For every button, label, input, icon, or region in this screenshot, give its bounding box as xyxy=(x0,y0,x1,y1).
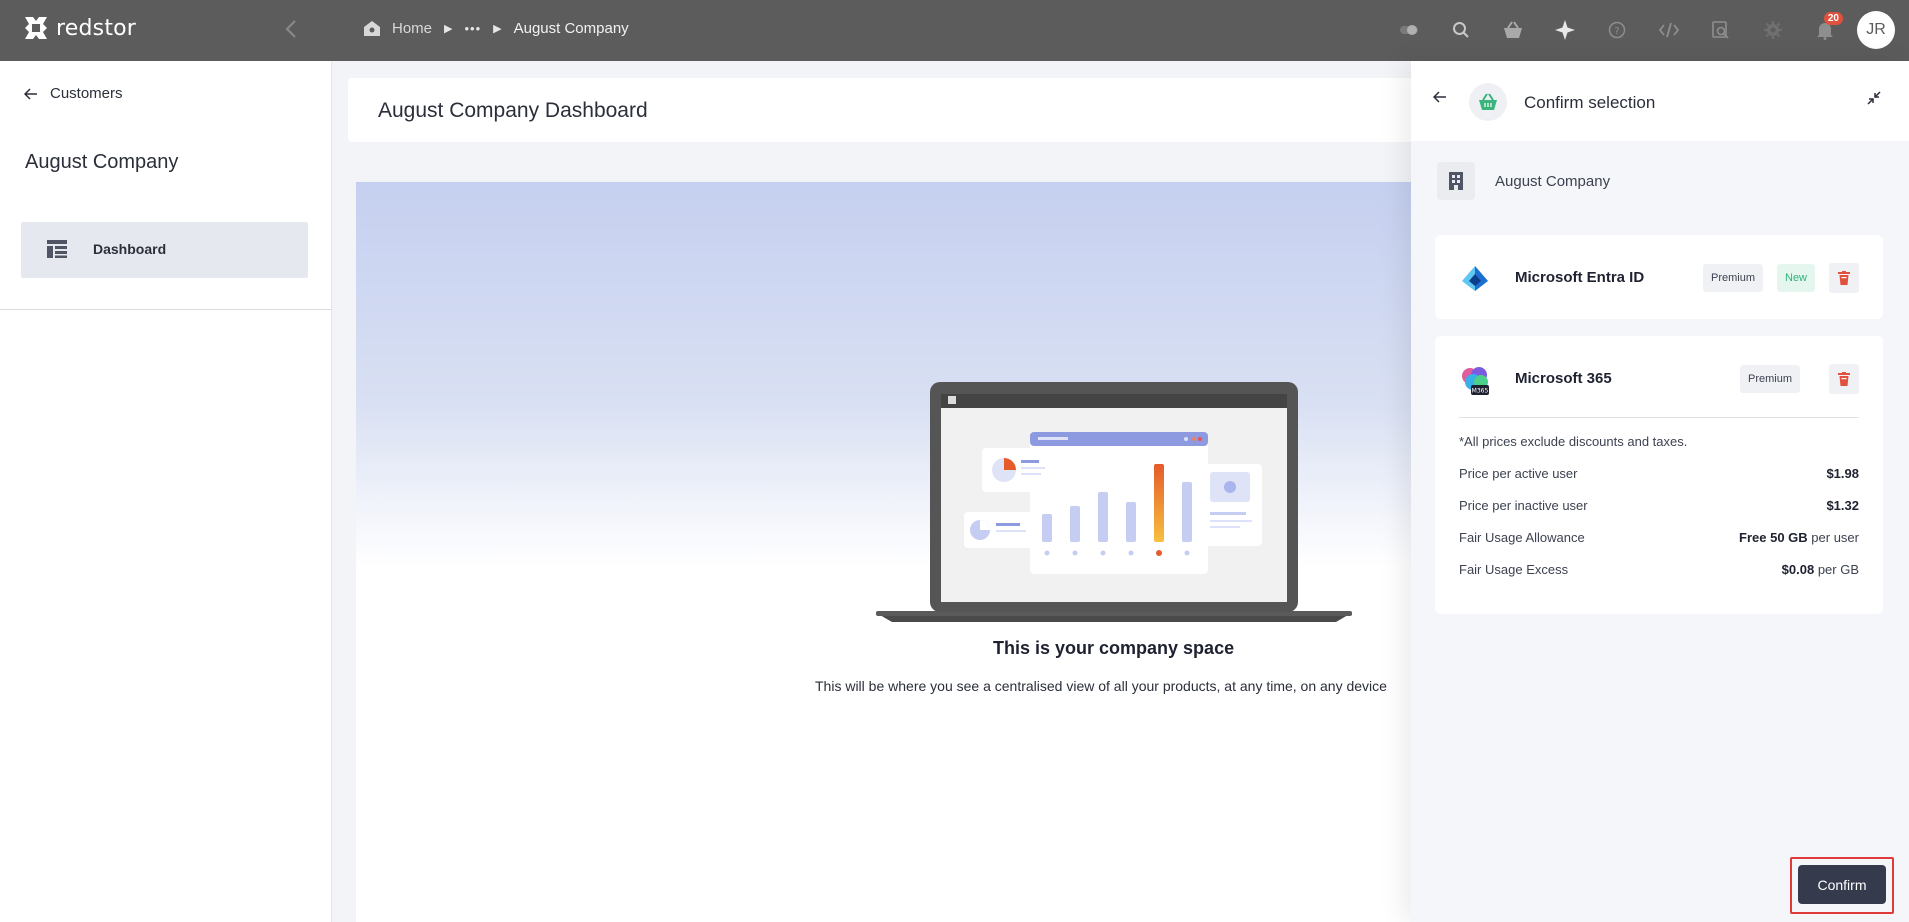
drawer-header: Confirm selection xyxy=(1411,61,1909,141)
breadcrumb-home-label: Home xyxy=(392,19,433,37)
product-row: M365 Microsoft 365 Premium xyxy=(1435,336,1883,420)
back-link-label: Customers xyxy=(50,85,123,102)
home-icon xyxy=(364,21,380,36)
breadcrumb: Home ▶ ••• ▶ August Company xyxy=(362,19,629,37)
price-note: *All prices exclude discounts and taxes. xyxy=(1459,434,1688,449)
inspect-icon xyxy=(1712,21,1729,39)
breadcrumb-ellipsis[interactable]: ••• xyxy=(464,21,481,36)
price-value-wrap: Free 50 GB per user xyxy=(1739,530,1859,545)
drawer-title: Confirm selection xyxy=(1524,93,1656,112)
arrow-left-icon xyxy=(1433,91,1446,103)
settings-button[interactable] xyxy=(1747,10,1799,50)
price-value-wrap: $0.08 per GB xyxy=(1782,562,1859,577)
notification-badge: 20 xyxy=(1823,12,1843,25)
sidebar-company-name: August Company xyxy=(25,151,179,173)
logo-icon xyxy=(25,17,47,39)
laptop-illustration xyxy=(876,382,1352,622)
price-value: $1.32 xyxy=(1826,498,1859,513)
api-button[interactable] xyxy=(1643,10,1695,50)
page-title: August Company Dashboard xyxy=(378,99,648,122)
top-bar: redstor Home ▶ ••• ▶ August Company ? 20… xyxy=(0,0,1909,61)
sidebar-item-dashboard[interactable]: Dashboard xyxy=(21,222,308,278)
price-row: Price per inactive user $1.32 xyxy=(1459,498,1859,513)
card-divider xyxy=(1459,417,1859,418)
microsoft-entra-id-icon xyxy=(1462,266,1488,291)
price-label: Price per active user xyxy=(1459,466,1578,481)
toggle-icon xyxy=(1400,25,1418,35)
product-card-microsoft-365: M365 Microsoft 365 Premium *All prices e… xyxy=(1435,336,1883,614)
back-to-customers-link[interactable]: Customers xyxy=(24,85,123,102)
microsoft-365-icon: M365 xyxy=(1462,367,1489,395)
drawer-company: August Company xyxy=(1437,162,1610,200)
search-button[interactable] xyxy=(1435,10,1487,50)
inspect-button[interactable] xyxy=(1695,10,1747,50)
confirm-button-highlight: Confirm xyxy=(1790,857,1894,914)
price-row: Fair Usage Allowance Free 50 GB per user xyxy=(1459,530,1859,545)
drawer-back-button[interactable] xyxy=(1433,91,1447,103)
sidebar-item-label: Dashboard xyxy=(93,241,167,257)
price-value: Free 50 GB xyxy=(1739,530,1808,545)
basket-button[interactable] xyxy=(1487,10,1539,50)
price-value-wrap: $1.32 xyxy=(1826,498,1859,513)
price-label: Fair Usage Excess xyxy=(1459,562,1569,577)
confirm-selection-drawer: Confirm selection August Company Microso… xyxy=(1411,61,1909,922)
top-toolbar: ? 20 JR xyxy=(1383,10,1895,50)
svg-text:?: ? xyxy=(1614,26,1619,37)
breadcrumb-separator-icon: ▶ xyxy=(444,22,453,35)
breadcrumb-current: August Company xyxy=(513,19,629,37)
price-label: Price per inactive user xyxy=(1459,498,1588,513)
notifications-button[interactable]: 20 xyxy=(1799,10,1851,50)
chevron-left-icon xyxy=(285,20,296,38)
logo-text: redstor xyxy=(56,15,137,41)
premium-tag: Premium xyxy=(1703,264,1764,292)
product-card-entra-id: Microsoft Entra ID Premium New xyxy=(1435,235,1883,319)
product-name: Microsoft Entra ID xyxy=(1515,269,1645,286)
product-row: Microsoft Entra ID Premium New xyxy=(1435,235,1883,319)
collapse-icon xyxy=(1867,91,1881,105)
sidebar-divider xyxy=(0,309,332,310)
price-row: Fair Usage Excess $0.08 per GB xyxy=(1459,562,1859,577)
building-icon xyxy=(1437,162,1475,200)
trash-icon xyxy=(1838,372,1850,386)
svg-text:M365: M365 xyxy=(1472,388,1489,395)
page-header: August Company Dashboard xyxy=(348,78,1428,142)
new-tag: New xyxy=(1777,264,1816,292)
price-value: $1.98 xyxy=(1826,466,1859,481)
redstor-logo[interactable]: redstor xyxy=(22,14,136,42)
help-button[interactable]: ? xyxy=(1591,10,1643,50)
collapse-sidebar-button[interactable] xyxy=(284,18,298,40)
help-icon: ? xyxy=(1608,21,1626,39)
arrow-left-icon xyxy=(24,87,37,100)
price-suffix: per GB xyxy=(1814,562,1859,577)
ai-assistant-button[interactable] xyxy=(1539,10,1591,50)
theme-toggle[interactable] xyxy=(1383,10,1435,50)
remove-product-button[interactable] xyxy=(1829,263,1859,293)
drawer-collapse-button[interactable] xyxy=(1867,91,1881,105)
premium-tag: Premium xyxy=(1740,365,1801,393)
price-suffix: per user xyxy=(1807,530,1859,545)
basket-icon xyxy=(1504,21,1522,38)
settings-icon xyxy=(1764,21,1782,39)
remove-product-button[interactable] xyxy=(1829,364,1859,394)
basket-avatar xyxy=(1469,83,1507,121)
price-row: Price per active user $1.98 xyxy=(1459,466,1859,481)
empty-state-description: This will be where you see a centralised… xyxy=(815,678,1387,694)
avatar[interactable]: JR xyxy=(1857,11,1895,49)
dashboard-icon xyxy=(47,240,67,258)
price-value-wrap: $1.98 xyxy=(1826,466,1859,481)
breadcrumb-home[interactable]: Home xyxy=(362,19,432,37)
code-icon xyxy=(1658,22,1680,38)
price-value: $0.08 xyxy=(1781,562,1815,577)
trash-icon xyxy=(1838,271,1850,285)
price-label: Fair Usage Allowance xyxy=(1459,530,1585,545)
empty-state-title: This is your company space xyxy=(993,638,1235,658)
search-icon xyxy=(1453,22,1469,38)
product-name: Microsoft 365 xyxy=(1515,370,1612,387)
sparkle-icon xyxy=(1555,20,1575,40)
drawer-company-name: August Company xyxy=(1495,172,1611,190)
confirm-button[interactable]: Confirm xyxy=(1798,865,1886,904)
sidebar: Customers August Company Dashboard xyxy=(0,61,332,922)
basket-icon xyxy=(1479,93,1497,110)
breadcrumb-separator-icon: ▶ xyxy=(493,22,502,35)
